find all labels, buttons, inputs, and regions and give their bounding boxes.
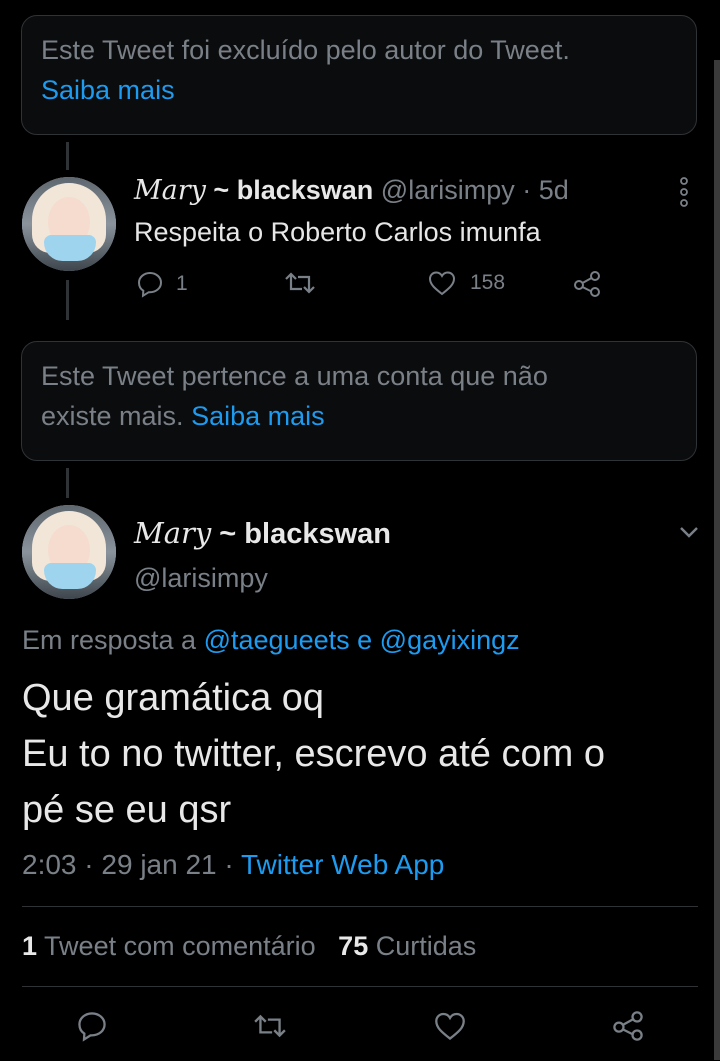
unavailable-tweet-notice: Este Tweet pertence a uma conta que não … [21, 341, 697, 461]
main-tweet-actions [0, 1006, 720, 1046]
share-button[interactable] [608, 1006, 648, 1046]
like-button[interactable]: 158 [428, 270, 505, 296]
tweet-time[interactable]: 2:03 [22, 849, 77, 880]
likes-count: 75 [338, 931, 369, 961]
retweet-button[interactable] [250, 1006, 290, 1046]
quote-label: Tweet com comentário [44, 931, 316, 961]
quote-count: 1 [22, 931, 38, 961]
likes-label: Curtidas [375, 931, 477, 961]
separator: · [84, 849, 94, 880]
main-display-name-row: Mary ~ blackswan [134, 513, 391, 554]
retweet-icon [285, 272, 315, 294]
display-name[interactable]: blackswan [244, 518, 391, 550]
more-vertical-icon[interactable] [677, 176, 691, 208]
learn-more-link[interactable]: Saiba mais [41, 70, 678, 110]
scrollbar[interactable] [714, 60, 720, 1060]
reply-tweet-header: Mary ~ blackswan @larisimpy · 5d [134, 172, 569, 209]
retweet-icon [254, 1014, 286, 1038]
tweet-text: Que gramática oq Eu to no twitter, escre… [22, 670, 702, 838]
reply-count: 1 [176, 272, 188, 295]
display-name-script[interactable]: Mary [134, 516, 211, 550]
swan-emoji: ~ [213, 175, 237, 205]
handle[interactable]: @larisimpy [381, 175, 515, 205]
like-button[interactable] [430, 1006, 470, 1046]
tweet-text-line: Eu to no twitter, escrevo até com o [22, 733, 605, 775]
deleted-notice-text: Este Tweet foi excluído pelo autor do Tw… [41, 35, 570, 65]
share-icon [574, 271, 600, 297]
timestamp[interactable]: 5d [539, 175, 569, 205]
learn-more-link[interactable]: Saiba mais [191, 401, 325, 431]
tweet-date[interactable]: 29 jan 21 [101, 849, 216, 880]
heart-icon [428, 271, 456, 296]
thread-line [66, 468, 69, 498]
display-name[interactable]: blackswan [237, 175, 374, 205]
deleted-tweet-notice: Este Tweet foi excluído pelo autor do Tw… [21, 15, 697, 135]
tweet-text-line: pé se eu qsr [22, 789, 232, 831]
chevron-down-icon[interactable] [676, 520, 702, 544]
tweet-stats: 1 Tweet com comentário 75 Curtidas [22, 926, 476, 966]
display-name-script[interactable]: Mary [134, 175, 206, 206]
separator: · [522, 175, 532, 205]
like-count: 158 [470, 271, 506, 294]
reply-tweet-actions: 1 158 [0, 270, 720, 304]
unavailable-notice-text-line2: existe mais. [41, 401, 184, 431]
unavailable-notice-text-line1: Este Tweet pertence a uma conta que não [41, 361, 548, 391]
reply-prefix: Em resposta a [22, 625, 197, 655]
reply-icon [78, 1012, 106, 1042]
reply-button[interactable] [72, 1006, 112, 1046]
likes-stat[interactable]: 75 Curtidas [338, 931, 476, 961]
reply-button[interactable]: 1 [136, 270, 188, 298]
avatar[interactable] [22, 505, 116, 599]
replying-to: Em resposta a @taegueets e @gayixingz [22, 620, 520, 660]
divider [22, 906, 698, 907]
reply-tweet-text: Respeita o Roberto Carlos imunfa [134, 217, 541, 247]
share-button[interactable] [572, 270, 602, 298]
thread-line [66, 142, 69, 170]
avatar[interactable] [22, 177, 116, 271]
tweet-meta: 2:03 · 29 jan 21 · Twitter Web App [22, 845, 444, 885]
quote-tweets-stat[interactable]: 1 Tweet com comentário [22, 931, 316, 961]
swan-emoji: ~ [219, 518, 245, 550]
source-link[interactable]: Twitter Web App [241, 849, 444, 880]
reply-icon [137, 271, 163, 298]
divider [22, 986, 698, 987]
handle[interactable]: @larisimpy [134, 558, 268, 598]
share-icon [613, 1011, 643, 1041]
reply-conjunction: e [357, 625, 373, 655]
retweet-button[interactable] [284, 270, 316, 296]
mention-link[interactable]: @gayixingz [380, 625, 520, 655]
mention-link[interactable]: @taegueets [204, 625, 350, 655]
heart-icon [435, 1012, 465, 1041]
separator: · [224, 849, 234, 880]
tweet-text-line: Que gramática oq [22, 677, 325, 719]
